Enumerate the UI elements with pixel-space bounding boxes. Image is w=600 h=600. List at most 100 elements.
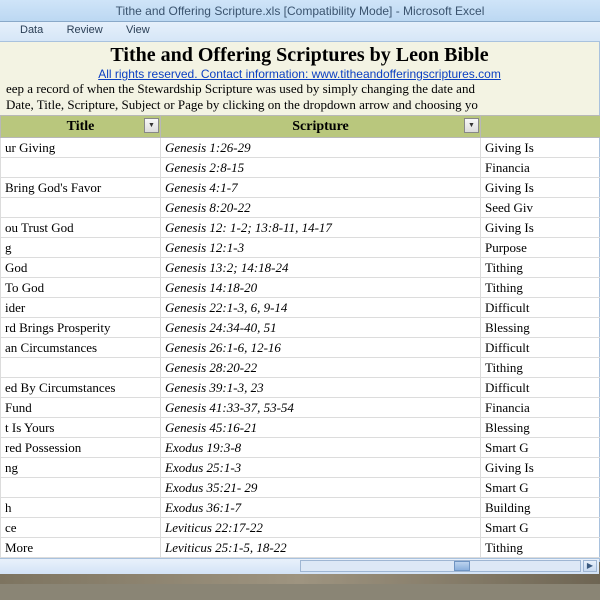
table-row[interactable]: MoreLeviticus 25:1-5, 18-22Tithing [1, 538, 600, 558]
cell-subject[interactable]: Smart G [481, 438, 600, 458]
cell-subject[interactable]: Smart G [481, 518, 600, 538]
table-row[interactable]: To GodGenesis 14:18-20Tithing [1, 278, 600, 298]
table-row[interactable]: t Is YoursGenesis 45:16-21Blessing [1, 418, 600, 438]
table-row[interactable]: ur GivingGenesis 1:26-29Giving Is [1, 138, 600, 158]
banner-note-2: Date, Title, Scripture, Subject or Page … [4, 97, 595, 113]
cell-title[interactable]: rd Brings Prosperity [1, 318, 161, 338]
cell-title[interactable]: ce [1, 518, 161, 538]
cell-title[interactable]: an Circumstances [1, 338, 161, 358]
table-row[interactable]: GodGenesis 13:2; 14:18-24Tithing [1, 258, 600, 278]
scroll-thumb[interactable] [454, 561, 470, 571]
cell-scripture[interactable]: Genesis 26:1-6, 12-16 [161, 338, 481, 358]
cell-subject[interactable]: Building [481, 498, 600, 518]
table-row[interactable]: Genesis 28:20-22Tithing [1, 358, 600, 378]
cell-title[interactable]: ed By Circumstances [1, 378, 161, 398]
cell-subject[interactable]: Financia [481, 158, 600, 178]
filter-dropdown-title[interactable]: ▼ [144, 118, 159, 133]
banner-contact-link[interactable]: All rights reserved. Contact information… [98, 67, 501, 81]
table-row[interactable]: ou Trust GodGenesis 12: 1-2; 13:8-11, 14… [1, 218, 600, 238]
tab-review[interactable]: Review [57, 22, 113, 38]
cell-scripture[interactable]: Genesis 45:16-21 [161, 418, 481, 438]
cell-title[interactable] [1, 158, 161, 178]
cell-title[interactable]: ur Giving [1, 138, 161, 158]
cell-title[interactable]: More [1, 538, 161, 558]
cell-scripture[interactable]: Genesis 12: 1-2; 13:8-11, 14-17 [161, 218, 481, 238]
cell-subject[interactable]: Difficult [481, 378, 600, 398]
table-row[interactable]: Genesis 8:20-22Seed Giv [1, 198, 600, 218]
cell-title[interactable]: Bring God's Favor [1, 178, 161, 198]
cell-subject[interactable]: Tithing [481, 538, 600, 558]
cell-subject[interactable]: Tithing [481, 358, 600, 378]
cell-title[interactable]: To God [1, 278, 161, 298]
cell-title[interactable]: Fund [1, 398, 161, 418]
cell-subject[interactable]: Blessing [481, 418, 600, 438]
cell-scripture[interactable]: Leviticus 25:1-5, 18-22 [161, 538, 481, 558]
cell-title[interactable]: ng [1, 458, 161, 478]
cell-title[interactable] [1, 478, 161, 498]
cell-title[interactable] [1, 358, 161, 378]
cell-scripture[interactable]: Genesis 22:1-3, 6, 9-14 [161, 298, 481, 318]
table-row[interactable]: Exodus 35:21- 29Smart G [1, 478, 600, 498]
cell-title[interactable]: red Possession [1, 438, 161, 458]
cell-scripture[interactable]: Genesis 8:20-22 [161, 198, 481, 218]
cell-scripture[interactable]: Genesis 1:26-29 [161, 138, 481, 158]
cell-subject[interactable]: Giving Is [481, 178, 600, 198]
cell-title[interactable]: t Is Yours [1, 418, 161, 438]
window-titlebar: Tithe and Offering Scripture.xls [Compat… [0, 0, 600, 22]
table-row[interactable]: Genesis 2:8-15Financia [1, 158, 600, 178]
cell-title[interactable]: God [1, 258, 161, 278]
cell-scripture[interactable]: Exodus 36:1-7 [161, 498, 481, 518]
cell-scripture[interactable]: Exodus 19:3-8 [161, 438, 481, 458]
cell-scripture[interactable]: Genesis 24:34-40, 51 [161, 318, 481, 338]
cell-scripture[interactable]: Genesis 28:20-22 [161, 358, 481, 378]
cell-subject[interactable]: Giving Is [481, 138, 600, 158]
header-subject [481, 116, 600, 138]
cell-scripture[interactable]: Leviticus 22:17-22 [161, 518, 481, 538]
cell-subject[interactable]: Tithing [481, 278, 600, 298]
header-scripture: Scripture ▼ [161, 116, 481, 138]
cell-subject[interactable]: Tithing [481, 258, 600, 278]
cell-subject[interactable]: Giving Is [481, 458, 600, 478]
filter-dropdown-scripture[interactable]: ▼ [464, 118, 479, 133]
cell-subject[interactable]: Difficult [481, 298, 600, 318]
cell-title[interactable]: h [1, 498, 161, 518]
cell-title[interactable]: ou Trust God [1, 218, 161, 238]
cell-subject[interactable]: Difficult [481, 338, 600, 358]
cell-scripture[interactable]: Genesis 4:1-7 [161, 178, 481, 198]
cell-scripture[interactable]: Exodus 25:1-3 [161, 458, 481, 478]
scroll-right-button[interactable]: ▶ [583, 560, 597, 572]
table-row[interactable]: gGenesis 12:1-3Purpose [1, 238, 600, 258]
cell-title[interactable] [1, 198, 161, 218]
window-title: Tithe and Offering Scripture.xls [Compat… [116, 4, 485, 18]
cell-scripture[interactable]: Genesis 2:8-15 [161, 158, 481, 178]
cell-subject[interactable]: Purpose [481, 238, 600, 258]
cell-title[interactable]: ider [1, 298, 161, 318]
table-row[interactable]: FundGenesis 41:33-37, 53-54Financia [1, 398, 600, 418]
table-row[interactable]: ed By CircumstancesGenesis 39:1-3, 23Dif… [1, 378, 600, 398]
table-row[interactable]: ceLeviticus 22:17-22Smart G [1, 518, 600, 538]
table-row[interactable]: rd Brings ProsperityGenesis 24:34-40, 51… [1, 318, 600, 338]
table-row[interactable]: hExodus 36:1-7Building [1, 498, 600, 518]
table-row[interactable]: Bring God's FavorGenesis 4:1-7Giving Is [1, 178, 600, 198]
cell-subject[interactable]: Giving Is [481, 218, 600, 238]
cell-scripture[interactable]: Exodus 35:21- 29 [161, 478, 481, 498]
cell-title[interactable]: g [1, 238, 161, 258]
data-table: Title ▼ Scripture ▼ ur GivingGenesis 1:2… [0, 115, 600, 558]
table-row[interactable]: iderGenesis 22:1-3, 6, 9-14Difficult [1, 298, 600, 318]
cell-scripture[interactable]: Genesis 13:2; 14:18-24 [161, 258, 481, 278]
cell-scripture[interactable]: Genesis 39:1-3, 23 [161, 378, 481, 398]
tab-data[interactable]: Data [10, 22, 53, 38]
header-title-label: Title [67, 119, 95, 134]
cell-subject[interactable]: Seed Giv [481, 198, 600, 218]
cell-subject[interactable]: Smart G [481, 478, 600, 498]
cell-scripture[interactable]: Genesis 41:33-37, 53-54 [161, 398, 481, 418]
cell-subject[interactable]: Financia [481, 398, 600, 418]
table-row[interactable]: red PossessionExodus 19:3-8Smart G [1, 438, 600, 458]
tab-view[interactable]: View [116, 22, 160, 38]
cell-scripture[interactable]: Genesis 12:1-3 [161, 238, 481, 258]
cell-scripture[interactable]: Genesis 14:18-20 [161, 278, 481, 298]
scroll-track[interactable] [300, 560, 581, 572]
table-row[interactable]: an CircumstancesGenesis 26:1-6, 12-16Dif… [1, 338, 600, 358]
cell-subject[interactable]: Blessing [481, 318, 600, 338]
table-row[interactable]: ngExodus 25:1-3Giving Is [1, 458, 600, 478]
